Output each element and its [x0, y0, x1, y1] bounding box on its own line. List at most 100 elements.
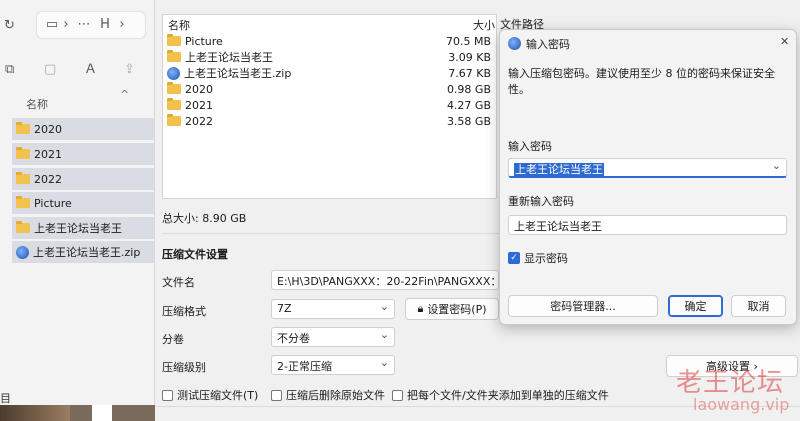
- list-item[interactable]: 2021: [12, 143, 154, 165]
- list-item[interactable]: Picture: [12, 192, 154, 214]
- list-item-label: Picture: [34, 196, 72, 210]
- zip-icon: [16, 245, 29, 259]
- password-input[interactable]: 上老王论坛当老王: [508, 158, 787, 178]
- lock-icon: 🔒︎: [417, 302, 424, 315]
- list-item[interactable]: 上老王论坛当老王.zip: [12, 241, 154, 263]
- show-password-checkbox[interactable]: ✓ 显示密码: [508, 250, 568, 266]
- app-icon[interactable]: [92, 405, 112, 421]
- split-select[interactable]: 不分卷: [271, 327, 395, 347]
- file-size: 0.98 GB: [446, 82, 491, 96]
- file-name: 2020: [185, 82, 213, 96]
- folder-icon: [16, 172, 30, 184]
- close-icon[interactable]: ✕: [780, 35, 789, 48]
- total-size: 总大小: 8.90 GB: [162, 212, 247, 225]
- password-value: 上老王论坛当老王: [514, 163, 604, 176]
- set-password-label: 设置密码(P): [427, 303, 487, 316]
- level-select[interactable]: 2-正常压缩: [271, 355, 395, 375]
- filename-field[interactable]: E:\H\3D\PANGXXX：20-22Fin\PANGXXX：20-2: [271, 270, 499, 290]
- ok-button[interactable]: 确定: [668, 295, 723, 317]
- split-label: 分卷: [162, 333, 184, 346]
- file-name: 上老王论坛当老王.zip: [184, 67, 292, 80]
- chevron-right-icon: ›: [63, 17, 69, 32]
- paste-icon[interactable]: ▢: [44, 62, 56, 78]
- folder-icon: [167, 50, 181, 62]
- checkbox-box: [392, 389, 403, 401]
- refresh-icon[interactable]: ↻: [4, 18, 15, 34]
- table-row[interactable]: 2020 0.98 GB: [167, 81, 497, 97]
- reenter-label: 重新输入密码: [508, 195, 574, 208]
- app-logo-icon: [508, 37, 521, 50]
- reenter-input[interactable]: 上老王论坛当老王: [508, 215, 787, 235]
- checkbox-box: [271, 389, 282, 401]
- share-icon[interactable]: ⇪: [124, 62, 135, 78]
- watermark-url: laowang.vip: [693, 395, 790, 414]
- folder-icon: [16, 196, 30, 208]
- folder-icon: [167, 114, 181, 126]
- monitor-icon: ▭: [45, 17, 59, 32]
- watermark-logo: 老王论坛: [676, 368, 785, 398]
- path-segment[interactable]: H: [99, 17, 111, 33]
- settings-title: 压缩文件设置: [162, 248, 228, 261]
- folder-icon: [16, 221, 30, 233]
- delete-after-checkbox[interactable]: 压缩后删除原始文件: [271, 387, 385, 403]
- filename-label: 文件名: [162, 276, 195, 289]
- show-password-label: 显示密码: [524, 252, 568, 265]
- cancel-button[interactable]: 取消: [731, 295, 786, 317]
- sort-arrow-icon: ^: [120, 88, 130, 101]
- password-dialog: 输入密码 ✕ 输入压缩包密码。建议使用至少 8 位的密码来保证安全性。 输入密码…: [499, 29, 797, 325]
- file-name: 2021: [185, 98, 213, 112]
- file-explorer-pane: ↻ ▭ › ⋯ H › ⧉ ▢ Ａ ⇪ 名称 ^ 2020 2021 2022 …: [0, 0, 155, 421]
- table-row[interactable]: 上老王论坛当老王.zip 7.67 KB: [167, 65, 497, 81]
- folder-icon: [167, 98, 181, 110]
- dialog-title: 输入密码: [526, 38, 570, 51]
- file-name: 上老王论坛当老王: [185, 51, 273, 64]
- rename-icon[interactable]: Ａ: [84, 62, 97, 78]
- zip-icon: [167, 66, 180, 80]
- list-item-label: 上老王论坛当老王.zip: [33, 246, 141, 259]
- table-row[interactable]: 上老王论坛当老王 3.09 KB: [167, 49, 497, 65]
- format-select[interactable]: 7Z: [271, 299, 395, 319]
- address-bar[interactable]: ▭ › ⋯ H ›: [36, 11, 146, 39]
- list-item[interactable]: 2020: [12, 118, 154, 140]
- file-size: 3.09 KB: [448, 50, 491, 64]
- folder-icon: [16, 122, 30, 134]
- table-row[interactable]: 2021 4.27 GB: [167, 97, 497, 113]
- set-password-button[interactable]: 🔒︎ 设置密码(P): [405, 298, 499, 320]
- checkbox-box: [162, 389, 173, 401]
- list-item-label: 2020: [34, 122, 62, 136]
- folder-icon: [167, 82, 181, 94]
- file-size: 70.5 MB: [445, 34, 491, 48]
- level-label: 压缩级别: [162, 361, 206, 374]
- password-manager-button[interactable]: 密码管理器...: [508, 295, 658, 317]
- file-list: 名称 大小 Picture 70.5 MB 上老王论坛当老王 3.09 KB 上…: [162, 14, 497, 199]
- file-size: 3.58 GB: [446, 114, 491, 128]
- file-size: 4.27 GB: [446, 98, 491, 112]
- list-item-label: 上老王论坛当老王: [34, 222, 122, 235]
- dialog-description: 输入压缩包密码。建议使用至少 8 位的密码来保证安全性。: [508, 67, 775, 96]
- status-glyph: 目: [0, 392, 11, 405]
- test-archive-checkbox[interactable]: 测试压缩文件(T): [162, 387, 258, 403]
- file-name: Picture: [185, 34, 223, 48]
- file-size: 7.67 KB: [448, 66, 491, 80]
- column-header-name[interactable]: 名称: [168, 17, 190, 33]
- list-item-label: 2021: [34, 147, 62, 161]
- separate-archive-checkbox[interactable]: 把每个文件/文件夹添加到单独的压缩文件: [392, 387, 609, 403]
- copy-icon[interactable]: ⧉: [5, 62, 14, 78]
- list-item-label: 2022: [34, 172, 62, 186]
- password-label: 输入密码: [508, 140, 552, 153]
- checkmark-icon: ✓: [508, 252, 520, 264]
- table-row[interactable]: Picture 70.5 MB: [167, 33, 497, 49]
- list-item[interactable]: 2022: [12, 168, 154, 190]
- table-row[interactable]: 2022 3.58 GB: [167, 113, 497, 129]
- column-header-name[interactable]: 名称: [26, 96, 48, 112]
- file-name: 2022: [185, 114, 213, 128]
- format-label: 压缩格式: [162, 305, 206, 318]
- folder-icon: [167, 34, 181, 46]
- thumbnail-image: [0, 405, 70, 421]
- path-chevron: ›: [119, 17, 125, 32]
- checkbox-label: 压缩后删除原始文件: [286, 389, 385, 402]
- folder-icon: [16, 147, 30, 159]
- more-icon[interactable]: ⋯: [77, 17, 91, 33]
- column-header-size[interactable]: 大小: [473, 17, 495, 33]
- list-item[interactable]: 上老王论坛当老王: [12, 217, 154, 239]
